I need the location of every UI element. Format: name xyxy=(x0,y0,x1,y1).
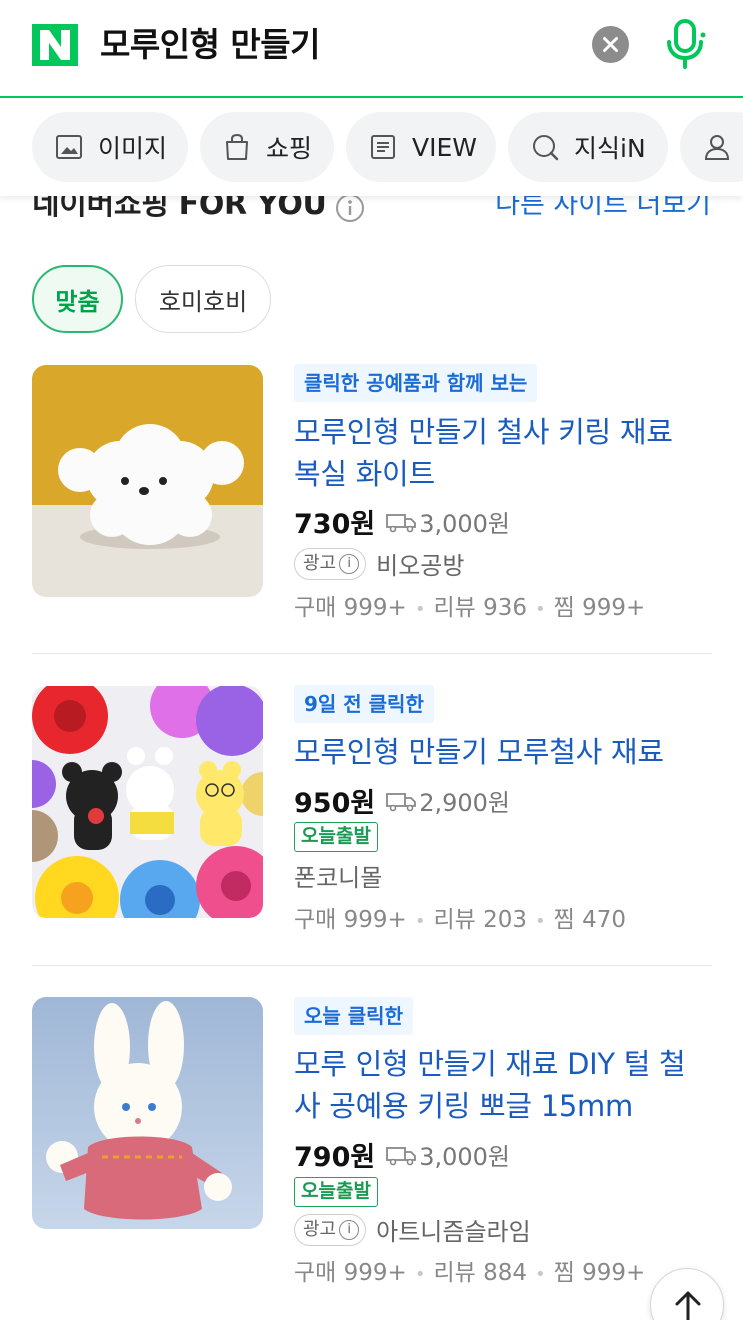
divider xyxy=(32,965,712,966)
filter-chip-custom[interactable]: 맞춤 xyxy=(32,265,123,333)
price: 730원 xyxy=(294,509,376,540)
price: 790원 xyxy=(294,1142,376,1173)
delivery-truck-icon xyxy=(386,513,417,532)
ad-label: 광고 xyxy=(303,1219,337,1240)
wish-count: 찜 999+ xyxy=(553,1260,646,1286)
search-category-tabs: 이미지 쇼핑 VIEW 지식iN xyxy=(0,100,743,196)
review-count[interactable]: 리뷰 203 xyxy=(433,907,527,933)
product-image[interactable] xyxy=(32,365,263,597)
product-stats: 구매 999+ • 리뷰 203 • 찜 470 xyxy=(294,907,626,933)
filter-chip-homihobi[interactable]: 호미호비 xyxy=(135,265,271,333)
shipping-fee: 3,000원 xyxy=(419,510,510,538)
recommend-tag: 오늘 클릭한 xyxy=(294,997,413,1035)
tab-label: 쇼핑 xyxy=(266,134,313,163)
tab-label: 이미지 xyxy=(98,134,168,163)
product-image[interactable] xyxy=(32,686,263,918)
tab-label: 지식iN xyxy=(574,134,646,163)
clear-search-button[interactable] xyxy=(592,26,629,63)
delivery-truck-icon xyxy=(386,792,417,811)
wish-count: 찜 999+ xyxy=(553,595,646,621)
recommend-tag: 클릭한 공예품과 함께 보는 xyxy=(294,364,538,402)
qna-icon xyxy=(533,135,559,161)
seller-row: 폰코니몰 xyxy=(294,858,382,893)
review-count[interactable]: 리뷰 936 xyxy=(433,595,527,621)
arrow-up-icon xyxy=(675,1291,701,1320)
seller-name[interactable]: 폰코니몰 xyxy=(294,858,382,893)
purchase-count: 구매 999+ xyxy=(294,595,407,621)
seller-row: 광고 i 아트니즘슬라임 xyxy=(294,1212,531,1247)
tab-shopping[interactable]: 쇼핑 xyxy=(200,112,334,182)
seller-name[interactable]: 비오공방 xyxy=(376,546,464,581)
purchase-count: 구매 999+ xyxy=(294,1260,407,1286)
shipping-fee: 2,900원 xyxy=(419,789,510,817)
ad-badge[interactable]: 광고 i xyxy=(294,1213,367,1246)
tab-kin[interactable]: 지식iN xyxy=(508,112,668,182)
close-icon xyxy=(603,37,618,52)
ad-badge[interactable]: 광고 i xyxy=(294,547,367,580)
delivery-truck-icon xyxy=(386,1146,417,1165)
divider xyxy=(32,653,712,654)
product-title[interactable]: 모루인형 만들기 모루철사 재료 xyxy=(294,731,704,773)
scroll-to-top-button[interactable] xyxy=(650,1268,724,1320)
info-icon: i xyxy=(339,1219,360,1240)
ad-label: 광고 xyxy=(303,553,337,574)
recommend-tag: 9일 전 클릭한 xyxy=(294,685,434,723)
document-icon xyxy=(371,135,395,159)
product-stats: 구매 999+ • 리뷰 884 • 찜 999+ xyxy=(294,1260,646,1286)
search-query-text[interactable]: 모루인형 만들기 xyxy=(100,22,321,68)
price-row: 790원 3,000원 xyxy=(294,1135,510,1174)
wish-count: 찜 470 xyxy=(553,907,626,933)
info-icon: i xyxy=(339,553,360,574)
person-icon xyxy=(704,135,730,160)
price: 950원 xyxy=(294,788,376,819)
tab-label: VIEW xyxy=(412,132,477,162)
microphone-icon[interactable] xyxy=(662,18,708,70)
search-header: 모루인형 만들기 xyxy=(0,0,743,98)
product-title[interactable]: 모루 인형 만들기 재료 DIY 털 철사 공예용 키링 뽀글 15mm xyxy=(294,1043,704,1127)
shipping-fee: 3,000원 xyxy=(419,1143,510,1171)
tab-image[interactable]: 이미지 xyxy=(32,112,188,182)
purchase-count: 구매 999+ xyxy=(294,907,407,933)
seller-row: 광고 i 비오공방 xyxy=(294,546,464,581)
seller-name[interactable]: 아트니즘슬라임 xyxy=(376,1212,531,1247)
tab-profile[interactable] xyxy=(680,112,743,182)
product-image[interactable] xyxy=(32,997,263,1229)
tab-view[interactable]: VIEW xyxy=(346,112,496,182)
product-title[interactable]: 모루인형 만들기 철사 키링 재료 복실 화이트 xyxy=(294,411,704,495)
today-dispatch-badge: 오늘출발 xyxy=(294,822,378,852)
image-icon xyxy=(56,135,82,159)
price-row: 950원 2,900원 xyxy=(294,781,510,820)
review-count[interactable]: 리뷰 884 xyxy=(433,1260,527,1286)
naver-logo[interactable] xyxy=(32,24,78,66)
product-stats: 구매 999+ • 리뷰 936 • 찜 999+ xyxy=(294,595,646,621)
price-row: 730원 3,000원 xyxy=(294,502,510,541)
today-dispatch-badge: 오늘출발 xyxy=(294,1177,378,1207)
shopping-bag-icon xyxy=(226,133,248,160)
info-icon[interactable] xyxy=(334,192,366,224)
